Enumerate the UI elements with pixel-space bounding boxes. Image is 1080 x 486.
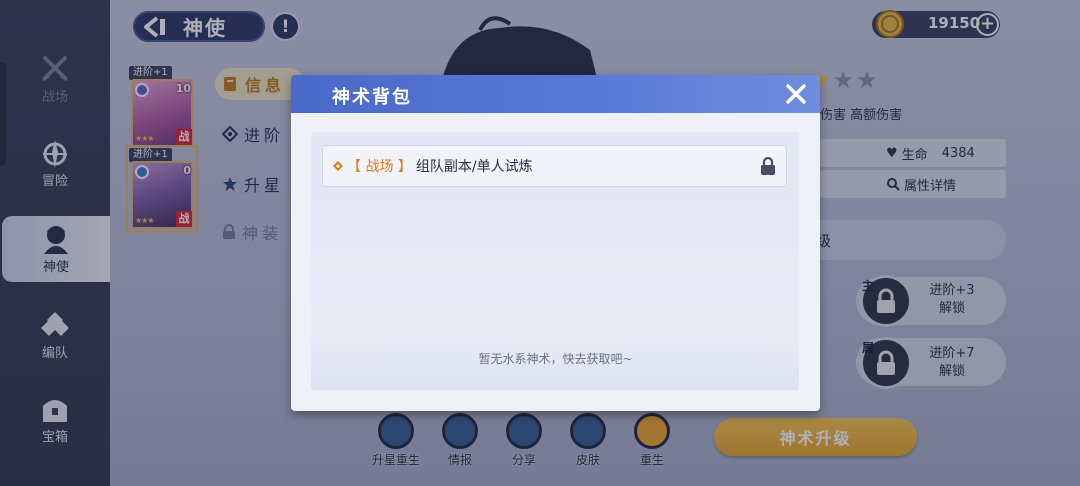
source-row[interactable]: 【 战场 】 组队副本/单人试炼 xyxy=(322,145,787,187)
close-icon[interactable] xyxy=(785,83,807,105)
lock-icon xyxy=(761,157,775,175)
dialog-header: 神术背包 xyxy=(291,75,820,113)
skill-bag-dialog: 神术背包 【 战场 】 组队副本/单人试炼 暂无水系神术，快去获取吧~ xyxy=(291,75,820,411)
source-tag: 【 战场 】 xyxy=(347,159,412,175)
diamond-bullet-icon xyxy=(333,161,343,171)
dialog-title: 神术背包 xyxy=(332,87,412,108)
empty-message: 暂无水系神术，快去获取吧~ xyxy=(478,352,633,366)
source-description: 组队副本/单人试炼 xyxy=(415,159,533,175)
